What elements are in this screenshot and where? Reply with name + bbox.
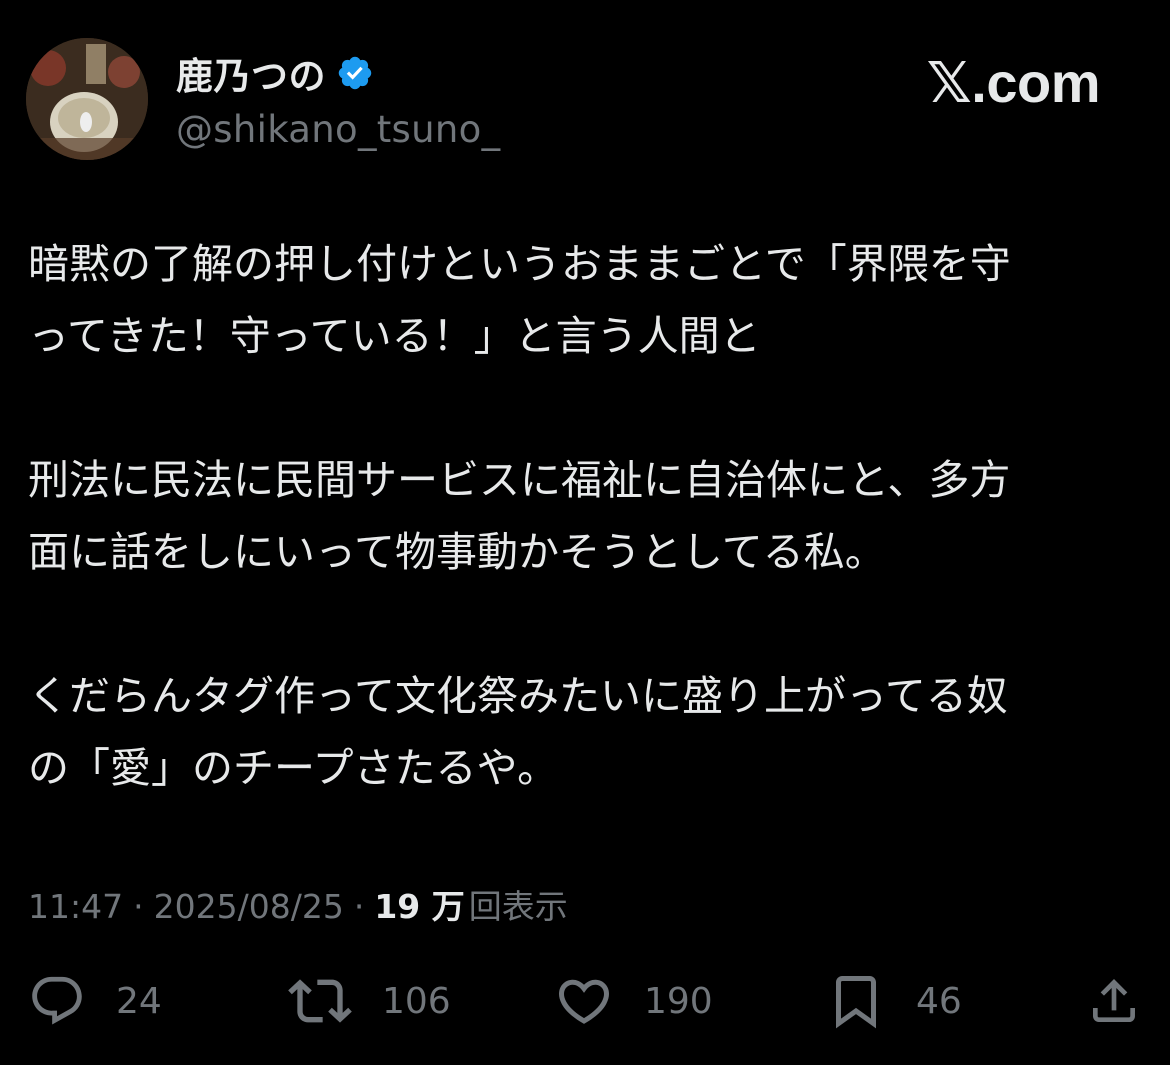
author-handle[interactable]: @shikano_tsuno_ [176, 108, 500, 151]
bookmark-button[interactable]: 46 [826, 966, 962, 1036]
reply-icon [28, 972, 86, 1030]
repost-count: 106 [382, 980, 451, 1022]
reply-button[interactable]: 24 [28, 966, 162, 1036]
tweet-header: 鹿乃つの @shikano_tsuno_ 𝕏.com [26, 38, 1146, 162]
repost-button[interactable]: 106 [288, 966, 451, 1036]
display-name-row: 鹿乃つの [176, 50, 500, 98]
display-name[interactable]: 鹿乃つの [176, 46, 326, 100]
like-button[interactable]: 190 [554, 966, 713, 1036]
avatar-photo-icon [26, 38, 148, 160]
tweet-paragraph-2: 刑法に民法に民間サービスに福祉に自治体にと、多方 面に話をしにいって物事動かそう… [28, 456, 1011, 576]
share-icon [1086, 971, 1142, 1031]
tweet-time[interactable]: 11:47 [28, 887, 123, 926]
like-count: 190 [644, 980, 713, 1022]
meta-separator: · [133, 887, 144, 926]
share-button[interactable] [1086, 966, 1142, 1036]
avatar[interactable] [26, 38, 148, 160]
brand-logo: 𝕏.com [926, 51, 1101, 114]
views-label: 回表示 [468, 887, 568, 926]
tweet-meta: 11:47 · 2025/08/25 · 19 万 回表示 [28, 880, 568, 928]
author-info: 鹿乃つの @shikano_tsuno_ [176, 50, 500, 151]
tweet-date[interactable]: 2025/08/25 [154, 887, 344, 926]
tweet-paragraph-3: くだらんタグ作って文化祭みたいに盛り上がってる奴 の「愛」のチープさたるや。 [28, 672, 1008, 792]
action-bar: 24 106 190 46 [28, 966, 1142, 1036]
reply-count: 24 [116, 980, 162, 1022]
repost-icon [288, 969, 352, 1033]
meta-separator: · [353, 887, 365, 926]
tweet-text: 暗黙の了解の押し付けというおままごとで「界隈を守 ってきた！守っている！」と言う… [28, 228, 1138, 804]
tweet-paragraph-1: 暗黙の了解の押し付けというおままごとで「界隈を守 ってきた！守っている！」と言う… [28, 240, 1011, 360]
verified-badge-icon [336, 54, 374, 92]
bookmark-count: 46 [916, 980, 962, 1022]
views-count: 19 万 [374, 887, 465, 926]
heart-icon [554, 971, 614, 1031]
bookmark-icon [826, 969, 886, 1033]
